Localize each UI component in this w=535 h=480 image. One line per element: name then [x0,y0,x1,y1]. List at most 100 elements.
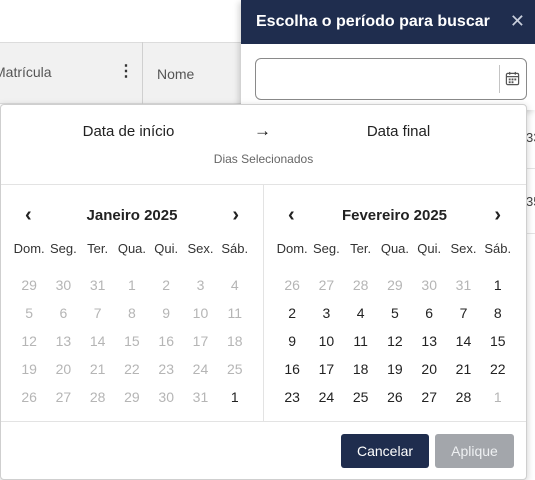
period-input[interactable] [255,58,527,100]
weekday-label: Sex. [450,241,477,256]
column-divider [142,42,143,104]
day-cell[interactable]: 27 [412,383,446,411]
weekday-label: Sex. [187,241,214,256]
day-cell[interactable]: 5 [378,299,412,327]
day-cell: 12 [21,333,37,349]
day-cell: 6 [59,305,68,321]
day-cell[interactable]: 17 [309,355,343,383]
day-cell: 3 [196,277,205,293]
column-header-matricula[interactable]: Matrícula [0,64,52,80]
close-icon[interactable]: ✕ [510,11,525,31]
day-cell: 2 [162,277,171,293]
day-cell[interactable]: 12 [378,327,412,355]
weekday-label: Sáb. [484,241,512,256]
day-cell: 7 [93,305,102,321]
month-header: ‹ Janeiro 2025 › [1,205,263,227]
column-header-nome[interactable]: Nome [157,66,194,82]
day-cell[interactable]: 15 [481,327,515,355]
day-cell[interactable]: 16 [275,355,309,383]
day-cell: 23 [158,361,174,377]
day-cell[interactable]: 9 [275,327,309,355]
day-cell: 13 [55,333,72,349]
day-cell[interactable]: 10 [309,327,343,355]
day-cell[interactable]: 4 [344,299,378,327]
day-cell: 11 [227,305,242,321]
chevron-right-icon[interactable]: › [494,205,501,225]
day-cell: 30 [421,277,437,293]
day-cell: 8 [128,305,136,321]
day-cell[interactable]: 21 [446,355,480,383]
day-cell: 16 [158,333,174,349]
day-cell[interactable]: 20 [412,355,446,383]
panel-title: Escolha o período para buscar [256,13,490,30]
calendar-icon[interactable] [505,71,520,86]
weekday-label: Dom. [13,241,45,256]
day-cell: 1 [493,389,502,405]
day-cell[interactable]: 2 [275,299,309,327]
range-start-label[interactable]: Data de início [1,123,256,140]
day-cell: 31 [89,277,106,293]
day-cell: 15 [124,333,140,349]
date-range-picker: Data de início → Data final Dias Selecio… [0,104,527,480]
month-header: ‹ Fevereiro 2025 › [264,205,525,227]
weekday-label: Sáb. [221,241,249,256]
day-cell[interactable]: 26 [378,383,412,411]
day-cell[interactable]: 7 [446,299,480,327]
weekday-header: Dom. Seg. Ter. Qua. Qui. Sex. Sáb. [275,241,515,256]
day-cell[interactable]: 22 [481,355,515,383]
day-cell: 29 [21,277,37,293]
day-cell: 24 [192,361,209,377]
weekday-label: Qui. [154,241,179,256]
day-cell[interactable]: 24 [309,383,343,411]
day-cell: 20 [55,361,72,377]
day-cell[interactable]: 1 [481,271,515,299]
day-cell: 25 [226,361,243,377]
weekday-label: Seg. [50,241,77,256]
weekday-label: Ter. [350,241,372,256]
weekday-label: Qua. [380,241,410,256]
apply-button[interactable]: Aplique [435,434,514,468]
day-cell: 22 [124,361,140,377]
month-calendar-left: ‹ Janeiro 2025 › Dom. Seg. Ter. Qua. Qui… [1,185,263,421]
day-cell[interactable]: 13 [412,327,446,355]
weekday-label: Seg. [313,241,340,256]
panel-header: Escolha o período para buscar [241,0,535,44]
day-cell[interactable]: 1 [218,383,252,411]
day-cell: 14 [89,333,106,349]
day-cell[interactable]: 23 [275,383,309,411]
day-grid: 29 30 31 1 2 3 4 5 6 7 8 9 10 11 12 13 14 15 16 17 18 19 20 21 2… [12,271,252,411]
vertical-ellipsis-icon[interactable]: ⋮ [118,62,134,82]
day-cell[interactable]: 19 [378,355,412,383]
month-calendar-right: ‹ Fevereiro 2025 › Dom. Seg. Ter. Qua. Q… [263,185,525,421]
day-cell: 30 [158,389,174,405]
cancel-button[interactable]: Cancelar [341,434,429,468]
input-separator [499,65,500,93]
day-cell: 1 [128,277,136,293]
chevron-right-icon[interactable]: › [232,205,239,225]
day-cell: 30 [55,277,72,293]
weekday-label: Ter. [87,241,109,256]
day-cell[interactable]: 6 [412,299,446,327]
day-cell[interactable]: 8 [481,299,515,327]
day-cell[interactable]: 3 [309,299,343,327]
table-cell-fragment: 35 [526,194,535,209]
weekday-label: Dom. [276,241,308,256]
table-cell-fragment: 33 [526,130,535,145]
weekday-label: Qua. [117,241,147,256]
day-cell: 28 [89,389,106,405]
day-cell: 21 [89,361,106,377]
day-cell: 26 [21,389,37,405]
day-cell: 9 [162,305,171,321]
day-cell[interactable]: 28 [446,383,480,411]
day-cell: 26 [284,277,300,293]
day-cell[interactable]: 25 [344,383,378,411]
day-cell[interactable]: 18 [344,355,378,383]
range-end-label[interactable]: Data final [271,123,526,140]
day-cell: 28 [352,277,369,293]
weekday-label: Qui. [417,241,442,256]
day-cell[interactable]: 11 [344,327,378,355]
day-cell: 31 [455,277,472,293]
day-cell: 17 [192,333,209,349]
day-cell[interactable]: 14 [446,327,480,355]
day-cell: 5 [25,305,34,321]
